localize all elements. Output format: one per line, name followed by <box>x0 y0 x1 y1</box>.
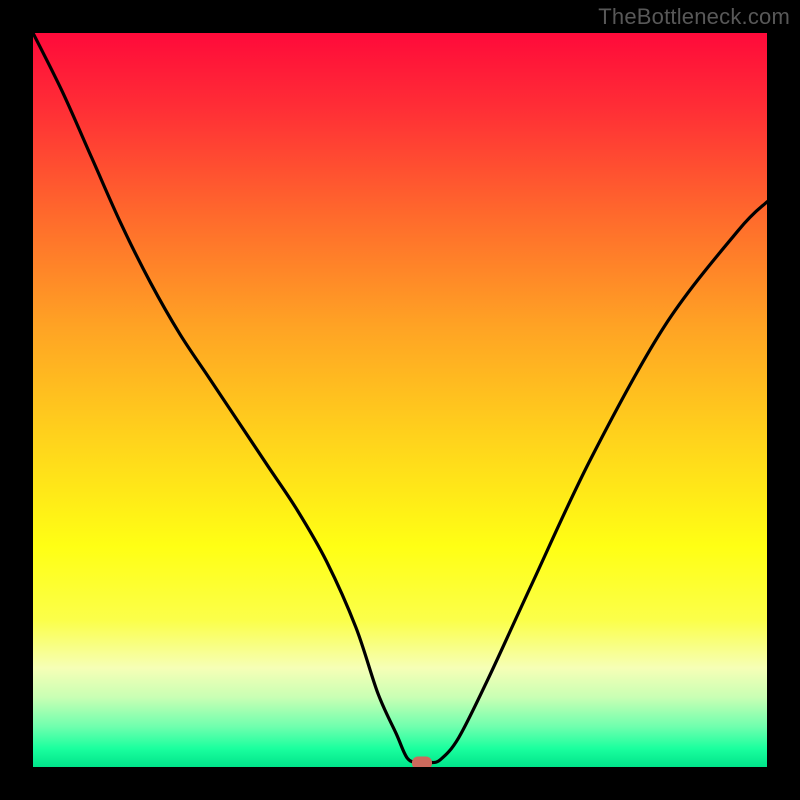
plot-area <box>33 33 767 767</box>
optimal-marker <box>412 756 432 767</box>
bottleneck-curve <box>33 33 767 767</box>
chart-frame: TheBottleneck.com <box>0 0 800 800</box>
watermark-text: TheBottleneck.com <box>598 4 790 30</box>
